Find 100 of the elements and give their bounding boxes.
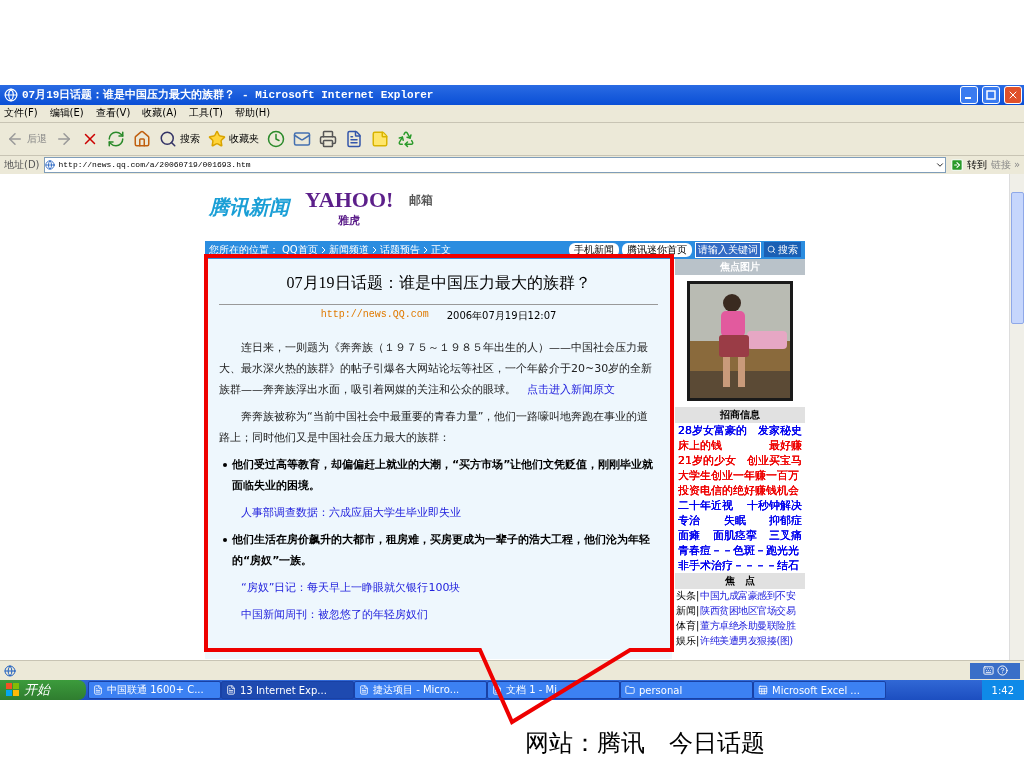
address-label: 地址(D) bbox=[4, 157, 40, 172]
document-icon bbox=[359, 685, 369, 695]
document-icon[interactable] bbox=[345, 129, 363, 148]
article-title: 07月19日话题：谁是中国压力最大的族群？ bbox=[285, 272, 592, 293]
article-date: 2006年07月19日12:07 bbox=[446, 308, 557, 323]
chevron-icon bbox=[320, 245, 326, 254]
breadcrumb-link[interactable]: 新闻频道 bbox=[328, 242, 369, 257]
breadcrumb-link[interactable]: QQ首页 bbox=[282, 242, 318, 257]
search-icon bbox=[767, 245, 776, 255]
news-category: 娱乐| bbox=[676, 634, 700, 649]
keyboard-icon bbox=[982, 665, 994, 676]
menu-item[interactable]: 收藏(A) bbox=[142, 106, 177, 121]
browser-icon bbox=[4, 88, 18, 102]
page-icon bbox=[44, 159, 55, 170]
news-link[interactable]: 中国九成富豪感到不安 bbox=[700, 589, 796, 604]
ad-link[interactable]: 非手术治疗－－－－结石 bbox=[678, 557, 799, 573]
partner-logo: YAHOO! bbox=[305, 186, 394, 213]
window-title: 07月19日话题：谁是中国压力最大的族群？ - Microsoft Internet Explorer bbox=[22, 87, 435, 103]
related-link[interactable]: 中国新闻周刊：被忽悠了的年轻房奴们 bbox=[241, 603, 428, 625]
related-link[interactable]: 人事部调查数据：六成应届大学生毕业即失业 bbox=[241, 501, 461, 523]
ad-link[interactable]: 抑郁症 bbox=[769, 512, 802, 528]
ad-link[interactable]: 投资电信的绝好赚钱机会 bbox=[678, 482, 799, 498]
chevron-icon bbox=[371, 245, 377, 254]
taskbar-item[interactable]: Microsoft Excel ... bbox=[753, 681, 886, 699]
article-paragraph: 连日来，一则题为《奔奔族（１９７５～１９８５年出生的人）——中国社会压力最大、最水深火热的族群》的帖子引爆各大网站论坛等社区，一个年龄介于20~30岁的全新族群——奔奔族浮出水面，吸引着网媒的关注和公众的眼球。 点击进入新闻原文 bbox=[219, 339, 654, 398]
ad-link[interactable]: 二十年近视 bbox=[678, 497, 733, 513]
start-button[interactable]: 开始 bbox=[0, 680, 86, 700]
home-icon[interactable] bbox=[133, 129, 151, 148]
news-link[interactable]: 董方卓绝杀助曼联险胜 bbox=[700, 619, 796, 634]
mail-link[interactable]: 邮箱 bbox=[409, 191, 434, 209]
breadcrumb-link[interactable]: 正文 bbox=[430, 242, 451, 257]
ad-link[interactable]: 28岁女富豪的 bbox=[678, 422, 747, 438]
search-field[interactable]: 请输入关键词 bbox=[695, 241, 761, 258]
article-paragraph: 奔奔族被称为“当前中国社会中最重要的青春力量”，他们一路嚎叫地奔跑在事业的道路上；同时他们又是中国社会压力最大的族群： bbox=[219, 408, 650, 446]
breadcrumb-link[interactable]: 话题预告 bbox=[379, 242, 420, 257]
news-category: 新闻| bbox=[676, 604, 700, 619]
menu-item[interactable]: 文件(F) bbox=[4, 106, 38, 121]
minimize-button[interactable] bbox=[960, 86, 978, 104]
page-icon bbox=[4, 664, 16, 677]
menu-item[interactable]: 查看(V) bbox=[95, 106, 131, 121]
search-button[interactable]: 搜索 bbox=[159, 129, 200, 148]
taskbar-item[interactable]: 文档 1 - Mi bbox=[487, 681, 620, 699]
section-header: 焦 点 bbox=[675, 572, 805, 589]
favorites-button[interactable]: 收藏夹 bbox=[208, 129, 259, 148]
bullet-icon bbox=[223, 537, 227, 542]
history-icon[interactable] bbox=[267, 129, 285, 148]
menu-item[interactable]: 编辑(E) bbox=[49, 106, 84, 121]
search-button[interactable]: 搜索 bbox=[764, 242, 801, 258]
news-link[interactable]: 许纯美遭男友狠揍(图) bbox=[700, 634, 793, 649]
ad-link[interactable]: 十秒钟解决 bbox=[747, 497, 802, 513]
spreadsheet-icon bbox=[758, 685, 768, 695]
news-category: 体育| bbox=[676, 619, 700, 634]
document-icon bbox=[226, 685, 236, 695]
ad-link[interactable]: 专治 bbox=[678, 512, 700, 528]
refresh-icon[interactable] bbox=[107, 129, 125, 148]
ad-link[interactable]: 面瘫 bbox=[678, 527, 700, 543]
source-article-link[interactable]: 点击进入新闻原文 bbox=[527, 382, 615, 396]
star-icon bbox=[208, 129, 226, 148]
taskbar-item[interactable]: 中国联通 1600+ C... bbox=[88, 681, 221, 699]
ad-link[interactable]: 发家秘史 bbox=[758, 422, 802, 438]
ad-link[interactable]: 青春痘－－色斑－跑光光 bbox=[678, 542, 799, 558]
ad-link[interactable]: 最好赚 bbox=[769, 437, 802, 453]
taskbar-item[interactable]: 13 Internet Exp... bbox=[221, 681, 354, 699]
ad-link[interactable]: 失眠 bbox=[723, 512, 746, 528]
article-bullet: 他们生活在房价飙升的大都市，租房难，买房更成为一辈子的浩大工程，他们沦为年轻的“房奴”一族。 bbox=[232, 531, 651, 569]
ad-link[interactable]: 面肌痉挛 bbox=[712, 527, 757, 543]
ad-link[interactable]: 大学生创业一年赚一百万 bbox=[678, 467, 799, 483]
ad-link[interactable]: 床上的钱 bbox=[678, 437, 722, 453]
article-bullet: 他们受过高等教育，却偏偏赶上就业的大潮，“买方市场”让他们文凭贬值，刚刚毕业就面临失业的困境。 bbox=[232, 456, 655, 494]
menu-item[interactable]: 工具(T) bbox=[189, 106, 223, 121]
partner-subtitle: 雅虎 bbox=[338, 212, 361, 228]
news-link[interactable]: 陕西贫困地区官场交易 bbox=[700, 604, 796, 619]
folder-icon bbox=[625, 685, 635, 695]
taskbar-item[interactable]: 捷达项目 - Micro... bbox=[354, 681, 487, 699]
maximize-icon bbox=[986, 90, 996, 100]
section-header: 招商信息 bbox=[675, 406, 805, 423]
clock: 1:42 bbox=[991, 684, 1014, 696]
maximize-button[interactable] bbox=[982, 86, 1000, 104]
windows-logo-icon bbox=[6, 683, 20, 697]
go-button[interactable]: 转到 bbox=[949, 157, 987, 172]
print-icon[interactable] bbox=[319, 129, 337, 148]
menu-item[interactable]: 帮助(H) bbox=[234, 106, 271, 121]
close-icon bbox=[1007, 89, 1019, 101]
ad-link[interactable]: 三叉痛 bbox=[769, 527, 802, 543]
address-field[interactable]: http://news.qq.com/a/20060719/001693.htm bbox=[43, 156, 946, 173]
ad-link[interactable]: 创业买宝马 bbox=[747, 452, 802, 468]
callout-caption: 网站：腾讯 今日话题 bbox=[525, 728, 765, 759]
close-button[interactable] bbox=[1004, 86, 1022, 104]
chevron-icon bbox=[422, 245, 428, 254]
recycle-icon[interactable] bbox=[397, 129, 415, 148]
related-link[interactable]: “房奴”日记：每天早上一睁眼就欠银行100块 bbox=[241, 576, 461, 598]
taskbar-item[interactable]: personal bbox=[620, 681, 753, 699]
breadcrumb-label: 您所在的位置： bbox=[209, 242, 279, 257]
document-icon bbox=[492, 685, 502, 695]
bullet-icon bbox=[223, 462, 227, 467]
search-icon bbox=[159, 129, 177, 148]
document-icon bbox=[93, 685, 103, 695]
mail-icon[interactable] bbox=[293, 129, 311, 148]
news-category: 头条| bbox=[676, 589, 700, 604]
ad-link[interactable]: 21岁的少女 bbox=[678, 452, 736, 468]
